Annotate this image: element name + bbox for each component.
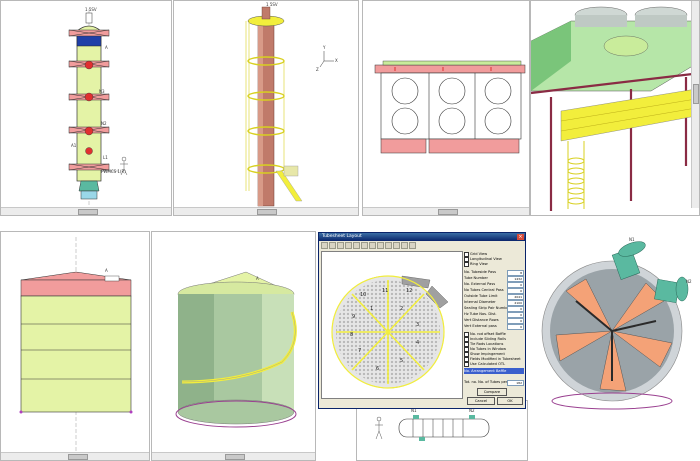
sector-number: 2 xyxy=(400,306,403,312)
viewport-tank-3d[interactable]: A xyxy=(151,231,316,461)
toolbar-button-6[interactable] xyxy=(361,242,368,249)
cancel-button[interactable]: Cancel xyxy=(467,397,495,405)
label-mark: PWMCS 1(R) xyxy=(101,169,126,174)
dialog-settings-panel: Grid View Longitudinal View Ring View No… xyxy=(463,251,525,407)
tank-3d-drawing: A xyxy=(175,271,297,428)
exchanger-3d-drawing: N1 N2 xyxy=(541,237,692,410)
checkbox[interactable] xyxy=(464,361,469,367)
label-top-nozzle: 1 5SV xyxy=(85,7,97,12)
scroll-thumb[interactable] xyxy=(67,454,88,460)
close-icon[interactable]: × xyxy=(517,234,524,240)
label-nozzle-n2: N2 xyxy=(686,279,692,284)
viewport-aircooler-2d[interactable] xyxy=(362,0,530,216)
axis-y-label: Y xyxy=(322,45,326,50)
horizontal-scrollbar[interactable] xyxy=(1,207,171,215)
toolbar-button-3[interactable] xyxy=(337,242,344,249)
dialog-title-bar[interactable]: Tubesheet Layout × xyxy=(319,233,525,241)
scroll-thumb[interactable] xyxy=(437,209,458,215)
horizontal-scrollbar[interactable] xyxy=(152,452,315,460)
toolbar-button-1[interactable] xyxy=(321,242,328,249)
dialog-title: Tubesheet Layout xyxy=(322,234,362,239)
field-input[interactable]: 0 xyxy=(507,323,524,330)
scroll-thumb[interactable] xyxy=(77,209,98,215)
sector-number: 5 xyxy=(400,358,403,364)
toolbar-button-8[interactable] xyxy=(377,242,384,249)
sector-number: 3 xyxy=(416,322,419,328)
horizontal-scrollbar[interactable] xyxy=(363,207,529,215)
scroll-thumb[interactable] xyxy=(693,83,699,104)
label-a1: A1 xyxy=(71,143,77,148)
sector-number: 8 xyxy=(350,332,353,338)
tubesheet-drawing: 1 2 3 4 5 6 7 8 9 10 11 12 xyxy=(331,275,449,389)
tubesheet-canvas[interactable]: 1 2 3 4 5 6 7 8 9 10 11 12 xyxy=(321,251,463,399)
scroll-thumb[interactable] xyxy=(225,454,246,460)
sector-number: 9 xyxy=(352,314,355,320)
viewport-exchanger-2d[interactable]: N1 N2 xyxy=(356,400,528,461)
label-n2: N2 xyxy=(101,121,107,126)
ok-button[interactable]: OK xyxy=(497,397,523,405)
label-a: A xyxy=(105,45,108,50)
horizontal-scrollbar[interactable] xyxy=(1,452,149,460)
aircooler-2d-drawing xyxy=(374,60,526,154)
sector-number: 12 xyxy=(406,288,412,294)
toolbar-button-2[interactable] xyxy=(329,242,336,249)
field-row: Tot. no. No. of Tubes per Pass 182 xyxy=(464,379,524,386)
field-row: Vert External pass 0 xyxy=(464,323,524,330)
tubesheet-layout-dialog[interactable]: Tubesheet Layout × 1 2 3 4 5 6 7 8 9 10 … xyxy=(318,232,526,409)
sector-number: 10 xyxy=(360,292,366,298)
radio-icon[interactable] xyxy=(464,261,469,267)
toolbar-button-4[interactable] xyxy=(345,242,352,249)
viewport-exchanger-3d[interactable]: N1 N2 xyxy=(526,231,700,461)
arrangement-baffle-item[interactable]: No. Arrangement Baffle xyxy=(464,368,524,374)
label-nozzle-n1: N1 xyxy=(629,237,635,242)
label-3d-top: 1 5SV xyxy=(266,2,278,7)
checkbox-row[interactable]: Use Calculated OTL xyxy=(464,361,524,367)
compare-button[interactable]: Compare xyxy=(477,388,507,396)
toolbar-button-7[interactable] xyxy=(369,242,376,249)
column-3d-drawing: 1 5SV X Y Z xyxy=(245,2,338,207)
toolbar-button-11[interactable] xyxy=(401,242,408,249)
aircooler-3d-drawing xyxy=(531,1,699,215)
exchanger-2d-drawing: N1 N2 xyxy=(375,408,490,441)
viewport-column-2d[interactable]: 1 5SV A N3 N2 A1 L1 PWMCS 1(R) xyxy=(0,0,172,216)
label-tank-3d-a: A xyxy=(256,276,259,281)
toolbar-button-5[interactable] xyxy=(353,242,360,249)
axis-z-label: Z xyxy=(316,67,319,72)
radio-ring-view[interactable]: Ring View xyxy=(464,261,524,267)
horizontal-scrollbar[interactable] xyxy=(174,207,358,215)
toolbar-button-12[interactable] xyxy=(409,242,416,249)
toolbar-button-9[interactable] xyxy=(385,242,392,249)
toolbar-button-10[interactable] xyxy=(393,242,400,249)
label-l1: L1 xyxy=(103,155,108,160)
viewport-column-3d[interactable]: 1 5SV X Y Z xyxy=(173,0,359,216)
viewport-aircooler-3d[interactable] xyxy=(530,0,700,216)
scroll-thumb[interactable] xyxy=(256,209,277,215)
viewport-tank-2d[interactable]: A xyxy=(0,231,150,461)
sector-number: 1 xyxy=(370,306,373,312)
label-tank-2d-a: A xyxy=(105,268,108,273)
sector-number: 4 xyxy=(416,340,419,346)
axis-x-label: X xyxy=(335,58,338,63)
column-2d-drawing: 1 5SV A N3 N2 A1 L1 PWMCS 1(R) xyxy=(68,7,128,206)
field-input[interactable]: 182 xyxy=(507,379,524,386)
sector-number: 7 xyxy=(358,348,361,354)
label-n3: N3 xyxy=(99,89,105,94)
tank-2d-drawing: A xyxy=(19,237,133,457)
sector-number: 11 xyxy=(382,288,388,294)
vertical-scrollbar[interactable] xyxy=(691,1,699,208)
sector-number: 6 xyxy=(376,366,379,372)
dialog-toolbar xyxy=(321,242,523,249)
